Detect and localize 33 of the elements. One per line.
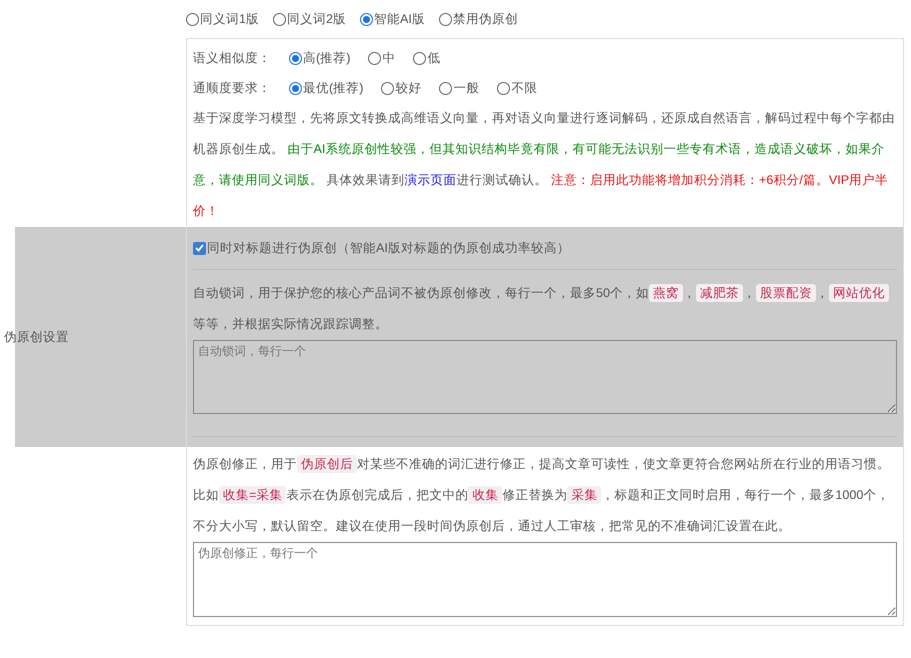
description-text: 基于深度学习模型，先将原文转换成高维语义向量，再对语义向量进行逐词解码，还原成自然语言，解码过程中每个字都由机器原创生成。 由于AI系统原创性较强，但其知识结构毕竟有限，有可能无法识别一些专有术语，造成语义破坏，如果介意，请使用同义词版。 具体效果请到演示页面进行测试确认。 注意：启用此功能将增加积分消耗：+6积分/篇。VIP用户半价！: [193, 110, 896, 220]
radio-option[interactable]: 同义词1版: [186, 10, 260, 28]
field-label: 语义相似度：: [193, 50, 271, 66]
correction-field[interactable]: 伪原创修正，每行一个: [193, 542, 897, 617]
radio-icon[interactable]: [497, 82, 510, 94]
radio-option[interactable]: 最优(推荐): [289, 80, 364, 96]
radio-icon[interactable]: [186, 12, 199, 26]
radio-option[interactable]: 禁用伪原创: [438, 10, 518, 28]
radio-icon[interactable]: [438, 12, 452, 26]
radio-option[interactable]: 高(推荐): [289, 50, 350, 66]
radio-option[interactable]: 较好: [381, 80, 422, 96]
radio-icon[interactable]: [289, 82, 302, 94]
section-label: 伪原创设置: [4, 328, 69, 346]
lock-words-field[interactable]: 自动锁词，每行一个: [193, 340, 897, 414]
field-label: 通顺度要求：: [193, 80, 271, 96]
radio-option[interactable]: 低: [413, 50, 440, 66]
radio-icon[interactable]: [289, 52, 302, 64]
radio-icon[interactable]: [360, 12, 374, 26]
radio-option[interactable]: 中: [368, 50, 396, 66]
radio-icon[interactable]: [273, 12, 286, 26]
radio-icon[interactable]: [413, 52, 426, 64]
radio-icon[interactable]: [381, 82, 394, 94]
radio-option[interactable]: 一般: [439, 80, 480, 96]
radio-option[interactable]: 不限: [497, 80, 538, 96]
checkbox-icon[interactable]: [193, 242, 206, 254]
radio-icon[interactable]: [368, 52, 382, 64]
title-checkbox[interactable]: 同时对标题进行伪原创（智能AI版对标题的伪原创成功率较高）: [193, 240, 570, 256]
demo-page-link[interactable]: 演示页面: [404, 173, 456, 187]
radio-option[interactable]: 同义词2版: [273, 10, 346, 28]
radio-icon[interactable]: [439, 82, 452, 94]
help-text: 自动锁词，用于保护您的核心产品词不被伪原创修改，每行一个，最多50个，如 燕窝 ， 减肥茶 ， 股票配资 ， 网站优化 等等，并根据实际情况跟踪调整。: [193, 278, 897, 340]
help-text: 伪原创修正，用于 伪原创后 对某些不准确的词汇进行修正，提高文章可读性，使文章更符合您网站所在行业的用语习惯。比如 收集=采集 表示在伪原创完成后，把文中的 收集 修正替换为 采集 ，标题和正文同时启用，每行一个，最多1000个，不分大小写，默认留空。建议在使用一段时间伪原创后，通过人工审核，把常见的不准确词汇设置在此。: [193, 454, 891, 535]
radio-option[interactable]: 智能AI版: [360, 10, 425, 28]
